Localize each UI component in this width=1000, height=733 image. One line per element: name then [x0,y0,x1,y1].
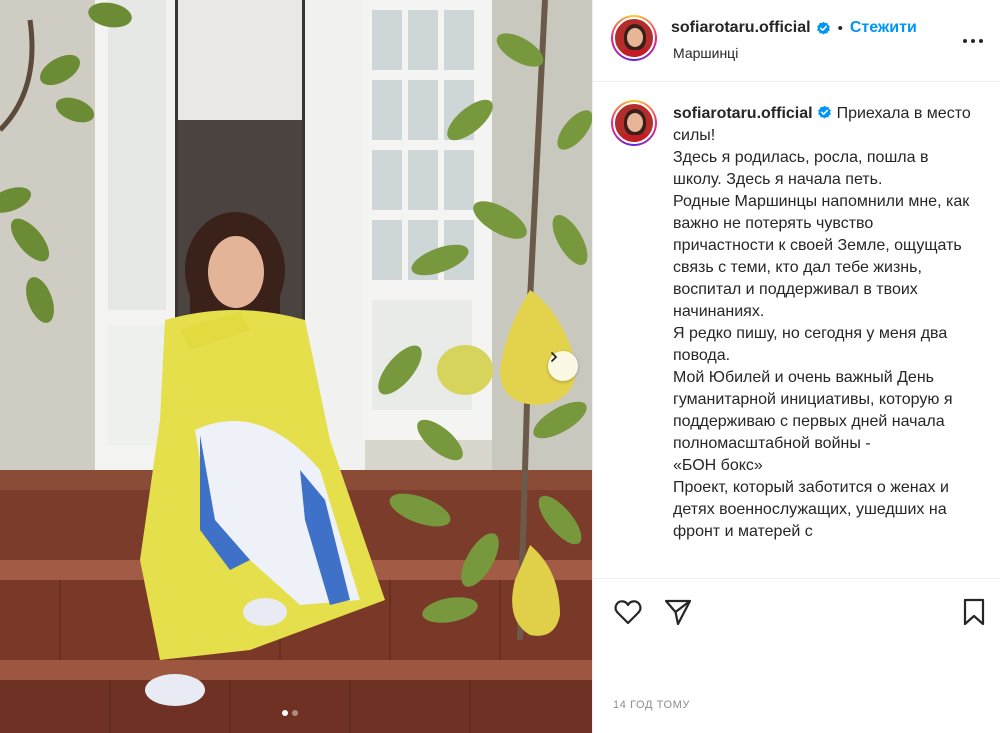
carousel-indicator [282,710,298,716]
caption-line: Мой Юбилей и очень важный День гуманитар… [673,369,953,452]
more-options-icon[interactable] [961,33,985,49]
caption-area: sofiarotaru.official Приехала в место сил… [593,83,1000,578]
header-separator: • [837,19,843,37]
heart-icon[interactable] [613,597,643,627]
chevron-right-icon [551,352,558,362]
post-side-panel: sofiarotaru.official • Стежити Маршинці … [592,0,1000,733]
post-caption: sofiarotaru.official Приехала в место сил… [673,103,973,543]
follow-button[interactable]: Стежити [850,19,917,37]
photo-illustration [0,0,592,733]
caption-line: Я редко пишу, но сегодня у меня два пово… [673,325,948,364]
carousel-next-button[interactable] [548,351,578,381]
post-actions [593,578,1000,648]
caption-line: Проект, который заботится о женах и детя… [673,479,949,540]
bookmark-icon[interactable] [959,597,989,627]
caption-avatar[interactable] [611,100,657,146]
verified-badge-icon [816,21,830,34]
post-photo[interactable] [0,0,592,733]
caption-line: Родные Маршинцы напомнили мне, как важно… [673,193,970,320]
caption-line: Здесь я родилась, росла, пошла в школу. … [673,149,929,188]
paper-plane-icon[interactable] [663,597,693,627]
caption-line: sofiarotaru.official Приехала в место сил… [673,103,973,147]
post-location[interactable]: Маршинці [673,45,738,61]
post-timestamp[interactable]: 14 ГОД ТОМУ [613,699,690,711]
carousel-dot [292,710,298,716]
caption-username[interactable]: sofiarotaru.official [673,105,813,122]
header-username[interactable]: sofiarotaru.official [671,19,811,37]
avatar[interactable] [611,15,657,61]
verified-badge-icon [817,105,831,119]
carousel-dot-active [282,710,288,716]
caption-line: «БОН бокс» [673,457,763,474]
post-header: sofiarotaru.official • Стежити Маршинці [593,0,1000,82]
